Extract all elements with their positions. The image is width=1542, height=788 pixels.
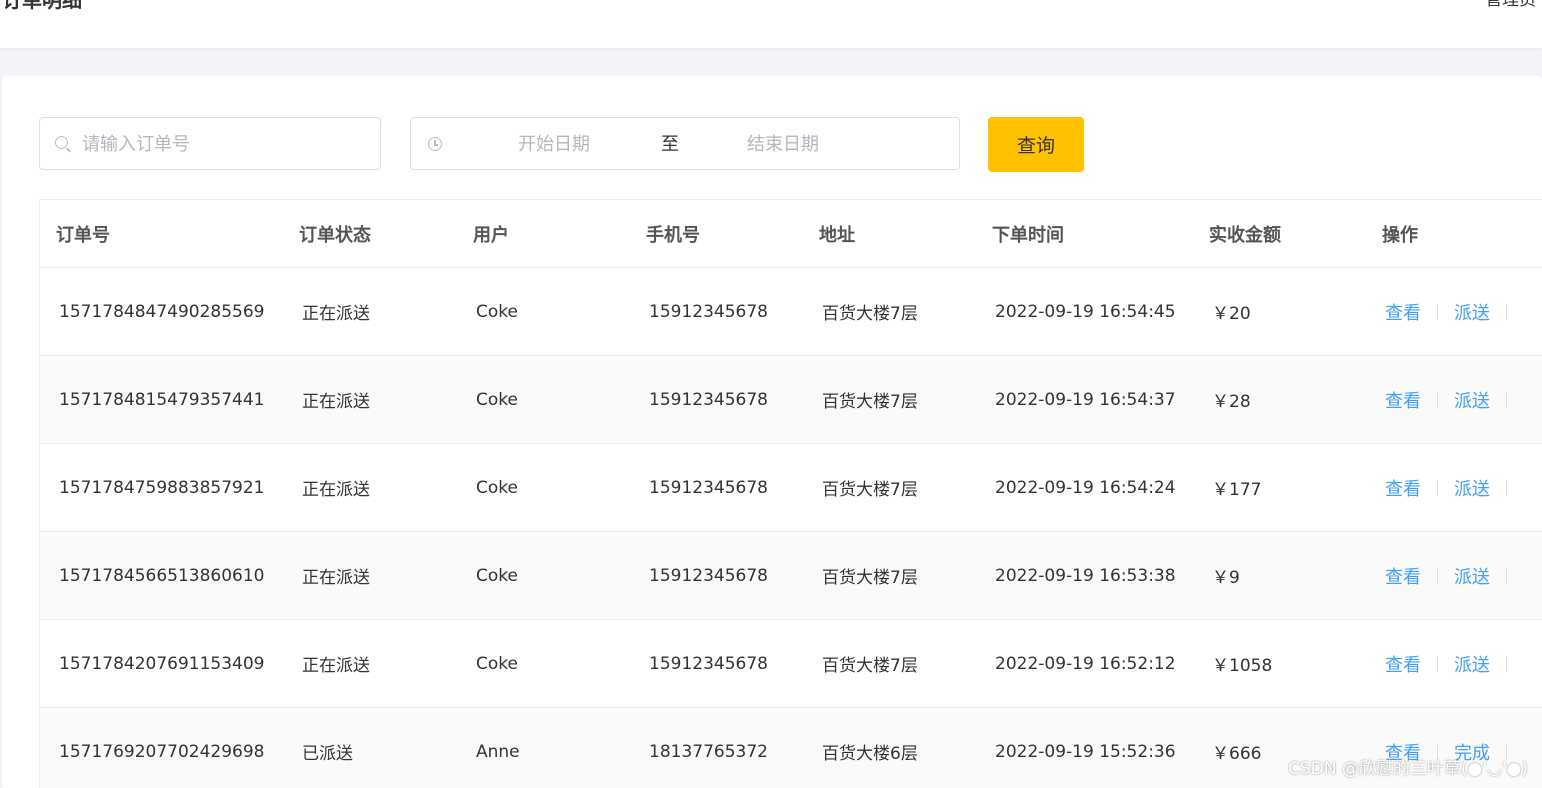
user-name[interactable]: 管理员 (1485, 0, 1536, 14)
order-status-cell: 已派送 (283, 707, 457, 788)
action-divider (1506, 655, 1507, 672)
dispatch-link[interactable]: 派送 (1454, 651, 1490, 677)
user-cell: Coke (457, 619, 630, 708)
column-header[interactable]: 操作 (1366, 200, 1542, 268)
view-link[interactable]: 查看 (1385, 563, 1421, 589)
phone-cell: 15912345678 (630, 267, 803, 356)
order-number-cell: 1571784815479357441 (40, 355, 283, 444)
order-time-cell: 2022-09-19 16:52:12 (976, 619, 1193, 708)
page-title: 订单明细 (2, 0, 82, 12)
table-row: 1571784207691153409 正在派送 Coke 1591234567… (40, 619, 1542, 708)
phone-cell: 18137765372 (630, 707, 803, 788)
order-number-input[interactable] (82, 130, 362, 158)
order-number-cell: 1571769207702429698 (40, 707, 283, 788)
start-date-input[interactable] (479, 130, 629, 158)
actions-cell: 查看 派送 (1366, 355, 1542, 444)
amount-cell: ￥28 (1193, 355, 1366, 444)
top-bar: 订单明细 管理员 (0, 0, 1542, 48)
order-status-cell: 正在派送 (283, 355, 457, 444)
end-date-input[interactable] (708, 130, 858, 158)
query-button[interactable]: 查询 (988, 117, 1084, 172)
order-time-cell: 2022-09-19 16:54:24 (976, 443, 1193, 532)
actions-cell: 查看 派送 (1366, 267, 1542, 356)
order-time-cell: 2022-09-19 15:52:36 (976, 707, 1193, 788)
address-cell: 百货大楼7层 (803, 443, 976, 532)
column-header[interactable]: 实收金额 (1193, 200, 1366, 268)
table-row: 1571784847490285569 正在派送 Coke 1591234567… (40, 267, 1542, 356)
phone-cell: 15912345678 (630, 355, 803, 444)
search-icon (55, 136, 68, 149)
orders-table: 订单号 订单状态 用户 手机号 地址 下单时间 实收金额 操作 15717848… (39, 199, 1542, 788)
order-time-cell: 2022-09-19 16:53:38 (976, 531, 1193, 620)
address-cell: 百货大楼7层 (803, 619, 976, 708)
phone-cell: 15912345678 (630, 531, 803, 620)
column-header[interactable]: 地址 (803, 200, 976, 268)
column-header[interactable]: 订单状态 (283, 200, 457, 268)
order-time-cell: 2022-09-19 16:54:45 (976, 267, 1193, 356)
amount-cell: ￥177 (1193, 443, 1366, 532)
watermark: CSDN @欣慰的三叶草(●'◡'●) (1288, 759, 1528, 779)
address-cell: 百货大楼7层 (803, 531, 976, 620)
action-divider (1437, 567, 1438, 584)
table-row: 1571784815479357441 正在派送 Coke 1591234567… (40, 355, 1542, 444)
user-cell: Anne (457, 707, 630, 788)
view-link[interactable]: 查看 (1385, 475, 1421, 501)
amount-cell: ￥20 (1193, 267, 1366, 356)
phone-cell: 15912345678 (630, 443, 803, 532)
view-link[interactable]: 查看 (1385, 651, 1421, 677)
amount-cell: ￥1058 (1193, 619, 1366, 708)
view-link[interactable]: 查看 (1385, 387, 1421, 413)
column-header[interactable]: 用户 (457, 200, 630, 268)
phone-cell: 15912345678 (630, 619, 803, 708)
action-divider (1506, 479, 1507, 496)
dispatch-link[interactable]: 派送 (1454, 475, 1490, 501)
action-divider (1437, 303, 1438, 320)
user-cell: Coke (457, 267, 630, 356)
column-header[interactable]: 下单时间 (976, 200, 1193, 268)
dispatch-link[interactable]: 派送 (1454, 299, 1490, 325)
order-status-cell: 正在派送 (283, 443, 457, 532)
user-cell: Coke (457, 355, 630, 444)
action-divider (1437, 479, 1438, 496)
range-separator: 至 (661, 134, 679, 155)
order-time-cell: 2022-09-19 16:54:37 (976, 355, 1193, 444)
address-cell: 百货大楼7层 (803, 355, 976, 444)
main-content: 至 查询 订单号 订单状态 用户 手机号 地址 (2, 76, 1542, 788)
order-status-cell: 正在派送 (283, 531, 457, 620)
clock-icon (428, 137, 442, 151)
action-divider (1437, 391, 1438, 408)
table-row: 1571784759883857921 正在派送 Coke 1591234567… (40, 443, 1542, 532)
column-header[interactable]: 手机号 (630, 200, 803, 268)
user-cell: Coke (457, 531, 630, 620)
user-cell: Coke (457, 443, 630, 532)
address-cell: 百货大楼7层 (803, 267, 976, 356)
date-range-picker[interactable]: 至 (410, 117, 960, 170)
order-number-cell: 1571784207691153409 (40, 619, 283, 708)
actions-cell: 查看 派送 (1366, 531, 1542, 620)
amount-cell: ￥9 (1193, 531, 1366, 620)
order-status-cell: 正在派送 (283, 267, 457, 356)
column-header[interactable]: 订单号 (40, 200, 283, 268)
action-divider (1506, 567, 1507, 584)
dispatch-link[interactable]: 派送 (1454, 387, 1490, 413)
action-divider (1437, 655, 1438, 672)
order-number-cell: 1571784566513860610 (40, 531, 283, 620)
action-divider (1506, 391, 1507, 408)
table-row: 1571784566513860610 正在派送 Coke 1591234567… (40, 531, 1542, 620)
actions-cell: 查看 派送 (1366, 619, 1542, 708)
dispatch-link[interactable]: 派送 (1454, 563, 1490, 589)
table-header-row: 订单号 订单状态 用户 手机号 地址 下单时间 实收金额 操作 (40, 200, 1542, 268)
order-status-cell: 正在派送 (283, 619, 457, 708)
order-number-cell: 1571784759883857921 (40, 443, 283, 532)
order-search-box (39, 117, 381, 170)
action-divider (1506, 303, 1507, 320)
actions-cell: 查看 派送 (1366, 443, 1542, 532)
view-link[interactable]: 查看 (1385, 299, 1421, 325)
order-number-cell: 1571784847490285569 (40, 267, 283, 356)
address-cell: 百货大楼6层 (803, 707, 976, 788)
